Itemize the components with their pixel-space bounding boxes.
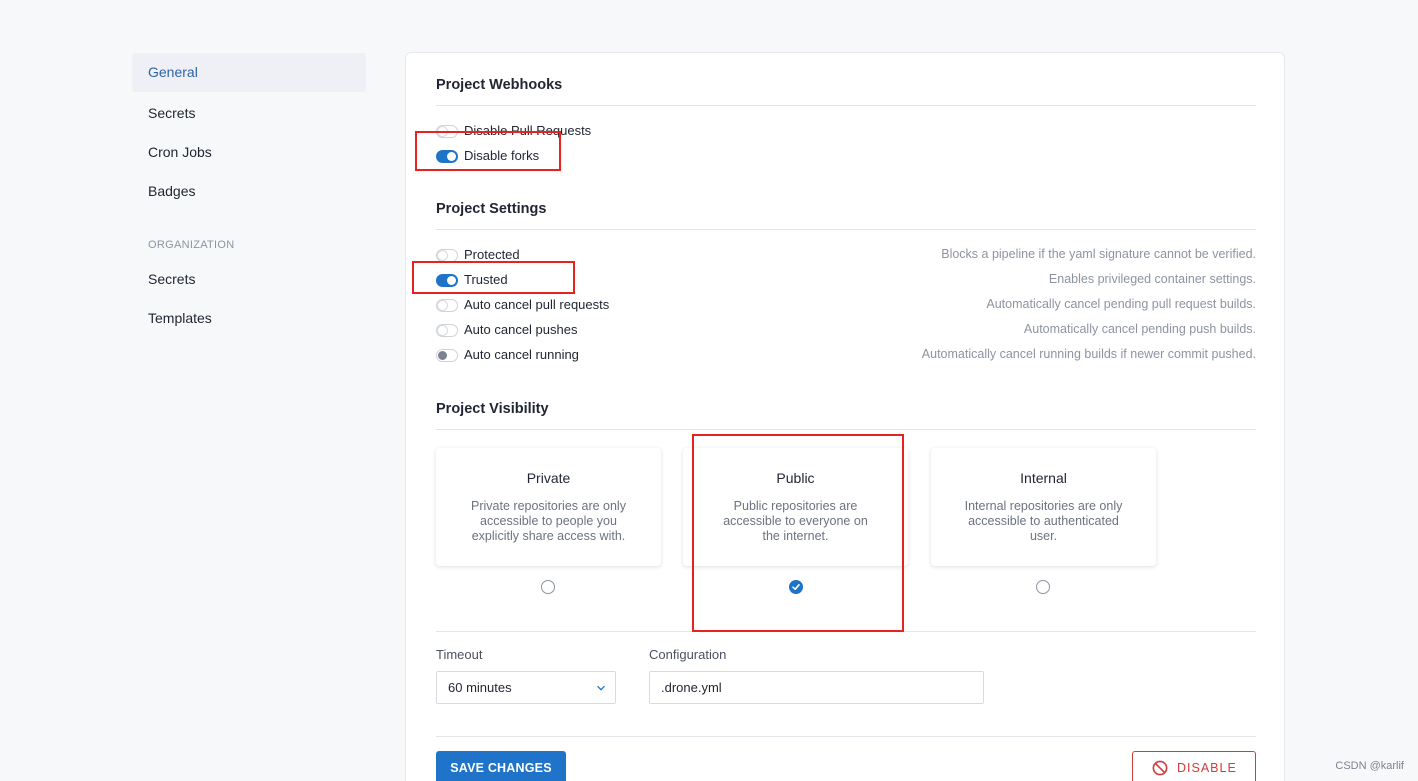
sidebar-item-templates[interactable]: Templates xyxy=(132,299,366,338)
toggle-knob xyxy=(438,251,447,260)
configuration-input[interactable] xyxy=(649,671,984,704)
toggle-row-trusted: Trusted Enables privileged container set… xyxy=(436,270,1256,290)
auto-cancel-pull-requests-toggle[interactable] xyxy=(436,299,458,312)
visibility-card-private[interactable]: Private Private repositories are only ac… xyxy=(436,448,661,566)
toggle-row-protected: Protected Blocks a pipeline if the yaml … xyxy=(436,245,1256,265)
visibility-card-description: Private repositories are only accessible… xyxy=(471,499,626,543)
toggle-knob xyxy=(438,301,447,310)
visibility-card-title: Public xyxy=(776,470,815,486)
chevron-down-icon xyxy=(597,685,605,691)
toggle-knob xyxy=(438,127,447,136)
internal-radio[interactable] xyxy=(1036,580,1050,594)
toggle-description: Automatically cancel pending pull reques… xyxy=(986,297,1256,311)
sidebar-item-general[interactable]: General xyxy=(132,53,366,92)
visibility-card-internal[interactable]: Internal Internal repositories are only … xyxy=(931,448,1156,566)
configuration-label: Configuration xyxy=(649,647,727,662)
visibility-card-description: Internal repositories are only accessibl… xyxy=(964,499,1123,543)
toggle-label: Trusted xyxy=(464,272,508,287)
disable-forks-toggle[interactable] xyxy=(436,150,458,163)
sidebar-heading-organization: ORGANIZATION xyxy=(148,239,235,251)
toggle-row-auto-cancel-pull-requests: Auto cancel pull requests Automatically … xyxy=(436,295,1256,315)
toggle-description: Enables privileged container settings. xyxy=(1048,272,1256,286)
settings-sidebar: General Secrets Cron Jobs Badges ORGANIZ… xyxy=(132,53,366,338)
timeout-value: 60 minutes xyxy=(448,680,512,695)
toggle-description: Automatically cancel pending push builds… xyxy=(1023,322,1256,336)
auto-cancel-running-toggle[interactable] xyxy=(436,349,458,362)
trusted-toggle[interactable] xyxy=(436,274,458,287)
visibility-card-title: Private xyxy=(526,470,571,486)
toggle-knob xyxy=(438,351,447,360)
section-title-webhooks: Project Webhooks xyxy=(436,77,563,93)
toggle-description: Automatically cancel running builds if n… xyxy=(921,347,1256,361)
toggle-knob xyxy=(447,152,456,161)
sidebar-item-cron-jobs[interactable]: Cron Jobs xyxy=(132,133,366,172)
toggle-row-disable-forks: Disable forks xyxy=(436,146,1256,166)
toggle-label: Protected xyxy=(464,247,520,262)
toggle-label: Disable Pull Requests xyxy=(464,123,592,138)
toggle-label: Disable forks xyxy=(464,148,540,163)
divider xyxy=(436,736,1256,737)
ban-icon xyxy=(1152,760,1168,776)
visibility-card-title: Internal xyxy=(1020,470,1067,486)
divider xyxy=(436,429,1256,430)
disable-button-label: DISABLE xyxy=(1177,761,1237,775)
visibility-card-description: Public repositories are accessible to ev… xyxy=(723,499,868,543)
section-title-visibility: Project Visibility xyxy=(436,401,549,417)
section-title-settings: Project Settings xyxy=(436,201,547,217)
toggle-label: Auto cancel running xyxy=(464,347,579,362)
divider xyxy=(436,105,1256,106)
settings-panel: Project Webhooks Disable Pull Requests D… xyxy=(405,52,1285,781)
toggle-description: Blocks a pipeline if the yaml signature … xyxy=(941,247,1256,261)
sidebar-item-secrets[interactable]: Secrets xyxy=(132,94,366,133)
timeout-select[interactable]: 60 minutes xyxy=(436,671,616,704)
toggle-label: Auto cancel pushes xyxy=(464,322,578,337)
sidebar-item-org-secrets[interactable]: Secrets xyxy=(132,260,366,299)
toggle-row-disable-pull-requests: Disable Pull Requests xyxy=(436,121,1256,141)
toggle-label: Auto cancel pull requests xyxy=(464,297,610,312)
disable-pull-requests-toggle[interactable] xyxy=(436,125,458,138)
visibility-card-public[interactable]: Public Public repositories are accessibl… xyxy=(683,448,908,566)
divider xyxy=(436,229,1256,230)
toggle-row-auto-cancel-running: Auto cancel running Automatically cancel… xyxy=(436,345,1256,365)
divider xyxy=(436,631,1256,632)
private-radio[interactable] xyxy=(541,580,555,594)
timeout-label: Timeout xyxy=(436,647,483,662)
disable-button[interactable]: DISABLE xyxy=(1132,751,1256,781)
toggle-knob xyxy=(438,326,447,335)
public-radio[interactable] xyxy=(789,580,803,594)
toggle-row-auto-cancel-pushes: Auto cancel pushes Automatically cancel … xyxy=(436,320,1256,340)
protected-toggle[interactable] xyxy=(436,249,458,262)
save-changes-button[interactable]: SAVE CHANGES xyxy=(436,751,566,781)
sidebar-item-badges[interactable]: Badges xyxy=(132,172,366,211)
check-icon xyxy=(792,584,800,590)
watermark: CSDN @karlif xyxy=(1335,760,1404,772)
auto-cancel-pushes-toggle[interactable] xyxy=(436,324,458,337)
toggle-knob xyxy=(447,276,456,285)
